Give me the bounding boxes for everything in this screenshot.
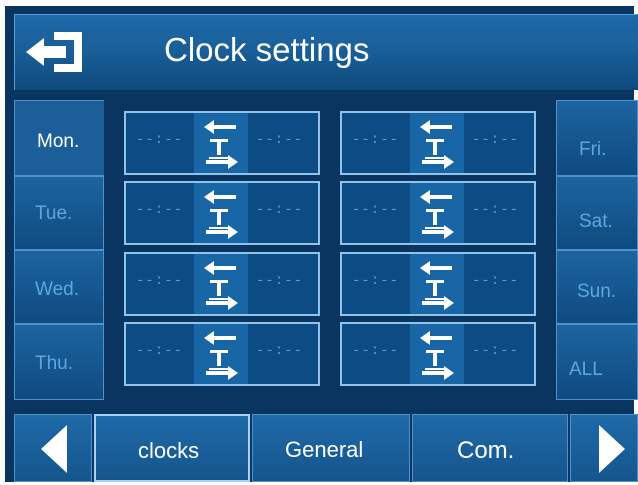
day-label: Sat. [579, 211, 613, 232]
time-slot[interactable]: --:-- --:-- [340, 181, 536, 245]
day-label: ALL [569, 359, 603, 380]
day-label: Fri. [579, 139, 607, 160]
start-time: --:-- [352, 273, 400, 289]
day-label: Sun. [577, 281, 617, 302]
time-slot[interactable]: --:-- --:-- [124, 181, 320, 245]
next-button[interactable] [570, 414, 638, 482]
start-time: --:-- [352, 132, 400, 148]
end-time: --:-- [472, 132, 520, 148]
day-label: Thu. [35, 353, 74, 374]
time-slot[interactable]: --:-- --:-- [124, 322, 320, 386]
day-tab-all[interactable]: ALL [556, 324, 638, 400]
temperature-switch-icon [410, 324, 464, 384]
end-time: --:-- [256, 132, 304, 148]
tab-clocks[interactable]: clocks [94, 414, 250, 482]
day-tab-sat[interactable]: Sat. [556, 176, 638, 250]
tab-general[interactable]: General [252, 414, 410, 482]
day-tab-tue[interactable]: Tue. [14, 176, 104, 250]
time-slot[interactable]: --:-- --:-- [340, 252, 536, 316]
temperature-switch-icon [410, 183, 464, 243]
back-button[interactable] [14, 14, 96, 90]
triangle-left-icon [41, 425, 67, 473]
start-time: --:-- [136, 202, 184, 218]
temperature-switch-icon [194, 183, 248, 243]
tab-label: General [285, 437, 364, 462]
end-time: --:-- [472, 202, 520, 218]
end-time: --:-- [256, 273, 304, 289]
time-slot[interactable]: --:-- --:-- [124, 252, 320, 316]
start-time: --:-- [352, 202, 400, 218]
day-label: Mon. [37, 131, 80, 152]
day-tab-fri[interactable]: Fri. [556, 100, 638, 176]
page-title: Clock settings [164, 31, 370, 68]
tab-label: Com. [457, 437, 515, 464]
temperature-switch-icon [194, 113, 248, 173]
end-time: --:-- [472, 273, 520, 289]
day-label: Wed. [35, 279, 80, 300]
triangle-right-icon [599, 425, 625, 473]
time-slot[interactable]: --:-- --:-- [340, 322, 536, 386]
temperature-switch-icon [194, 254, 248, 314]
start-time: --:-- [136, 132, 184, 148]
temperature-switch-icon [410, 113, 464, 173]
start-time: --:-- [136, 343, 184, 359]
day-tab-sun[interactable]: Sun. [556, 250, 638, 324]
temperature-switch-icon [410, 254, 464, 314]
time-slot[interactable]: --:-- --:-- [124, 111, 320, 175]
day-label: Tue. [35, 203, 73, 224]
end-time: --:-- [256, 202, 304, 218]
start-time: --:-- [352, 343, 400, 359]
exit-arrow-icon [26, 32, 82, 72]
time-slot[interactable]: --:-- --:-- [340, 111, 536, 175]
day-tab-wed[interactable]: Wed. [14, 250, 104, 324]
start-time: --:-- [136, 273, 184, 289]
tab-label: clocks [138, 438, 200, 463]
temperature-switch-icon [194, 324, 248, 384]
prev-button[interactable] [14, 414, 92, 482]
day-tab-mon[interactable]: Mon. [14, 100, 118, 176]
day-tab-thu[interactable]: Thu. [14, 324, 104, 400]
end-time: --:-- [256, 343, 304, 359]
tab-com[interactable]: Com. [412, 414, 568, 482]
end-time: --:-- [472, 343, 520, 359]
